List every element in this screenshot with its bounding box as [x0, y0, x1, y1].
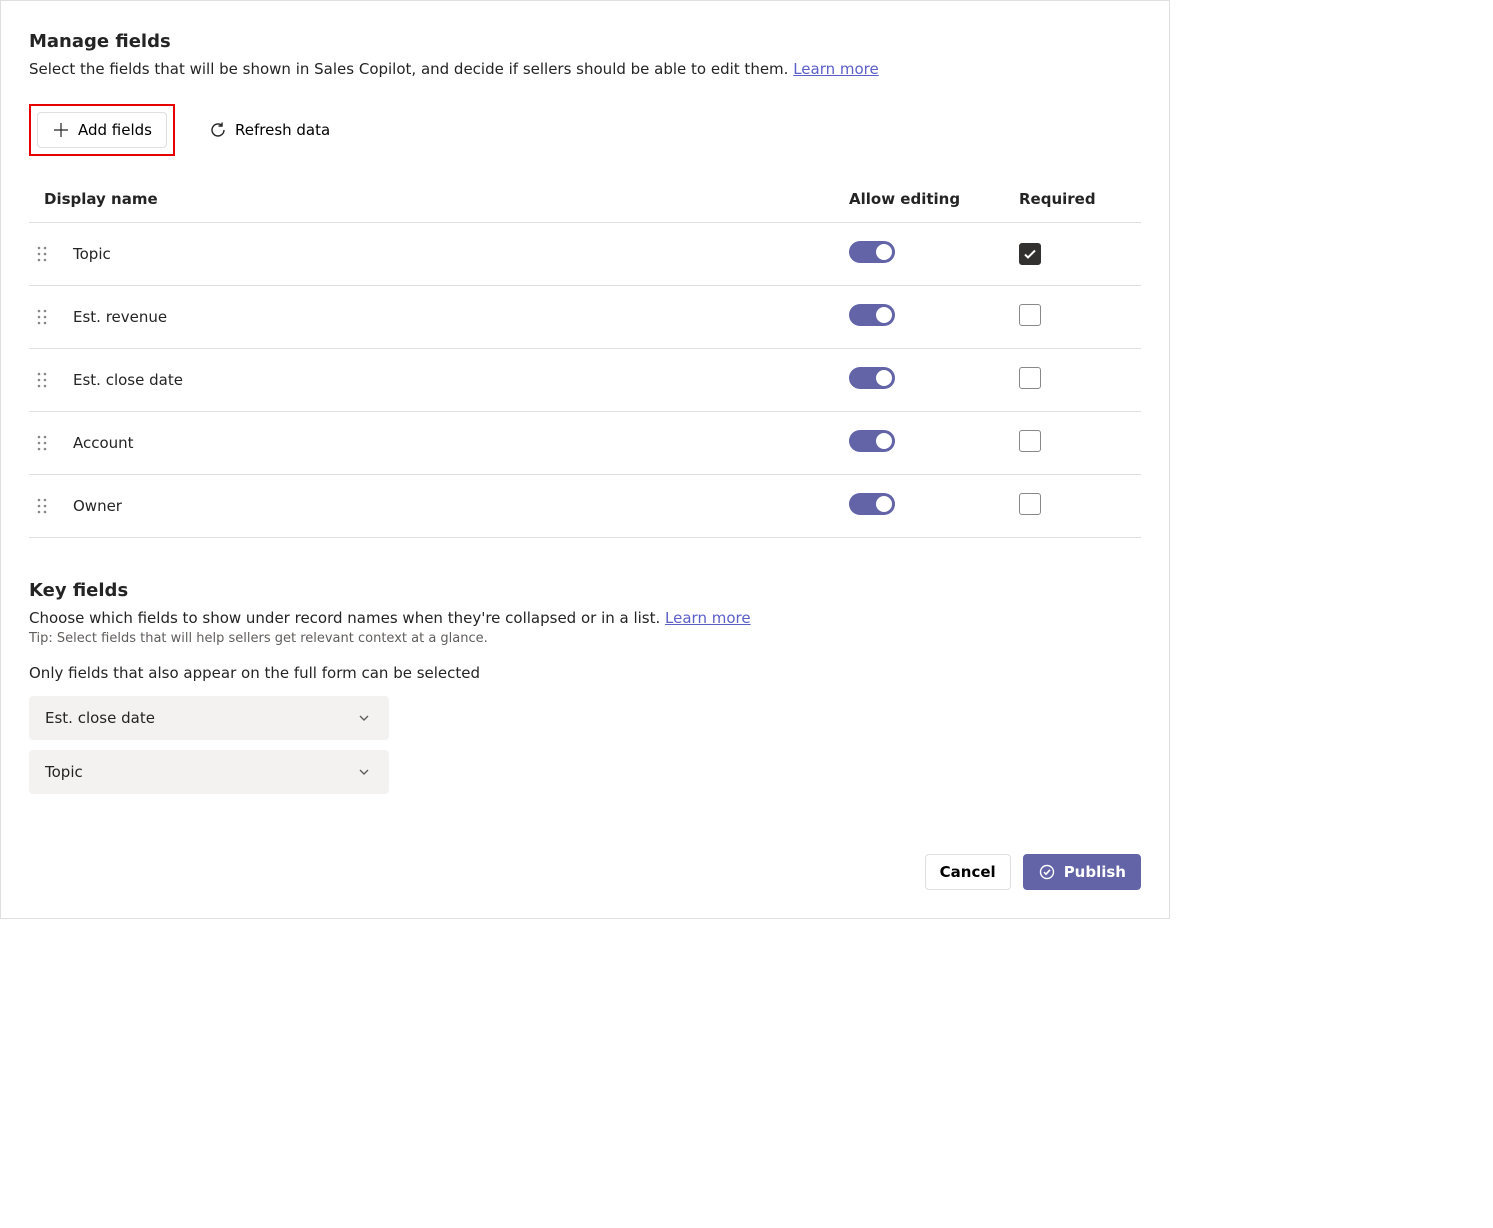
chevron-down-icon: [355, 763, 373, 781]
allow-editing-toggle[interactable]: [849, 367, 895, 389]
add-fields-button[interactable]: Add fields: [37, 112, 167, 148]
publish-label: Publish: [1064, 863, 1126, 881]
table-row: Account: [29, 412, 1141, 475]
manage-learn-more-link[interactable]: Learn more: [793, 60, 879, 78]
drag-handle-icon[interactable]: [29, 475, 65, 538]
key-field-select[interactable]: Est. close date: [29, 696, 389, 740]
add-fields-label: Add fields: [78, 121, 152, 139]
field-name: Topic: [65, 223, 841, 286]
drag-handle-icon[interactable]: [29, 349, 65, 412]
field-name: Account: [65, 412, 841, 475]
allow-editing-toggle[interactable]: [849, 241, 895, 263]
drag-handle-icon[interactable]: [29, 286, 65, 349]
field-name: Est. close date: [65, 349, 841, 412]
manage-fields-subtitle-text: Select the fields that will be shown in …: [29, 60, 793, 78]
refresh-icon: [209, 121, 227, 139]
required-checkbox[interactable]: [1019, 367, 1041, 389]
allow-editing-toggle[interactable]: [849, 493, 895, 515]
cancel-label: Cancel: [940, 863, 996, 881]
field-name: Est. revenue: [65, 286, 841, 349]
key-fields-subtitle: Choose which fields to show under record…: [29, 609, 1141, 627]
table-row: Est. close date: [29, 349, 1141, 412]
add-fields-highlight: Add fields: [29, 104, 175, 156]
key-fields-title: Key fields: [29, 580, 1141, 601]
required-checkbox[interactable]: [1019, 430, 1041, 452]
drag-handle-icon[interactable]: [29, 412, 65, 475]
col-allow-editing: Allow editing: [841, 180, 1011, 223]
col-display-name: Display name: [29, 180, 841, 223]
key-fields-tip: Tip: Select fields that will help seller…: [29, 631, 1141, 646]
check-circle-icon: [1038, 863, 1056, 881]
allow-editing-toggle[interactable]: [849, 304, 895, 326]
fields-table: Display name Allow editing Required Topi…: [29, 180, 1141, 538]
allow-editing-toggle[interactable]: [849, 430, 895, 452]
refresh-data-button[interactable]: Refresh data: [195, 112, 344, 148]
required-checkbox[interactable]: [1019, 493, 1041, 515]
toolbar: Add fields Refresh data: [29, 104, 1141, 156]
field-name: Owner: [65, 475, 841, 538]
cancel-button[interactable]: Cancel: [925, 854, 1011, 890]
manage-fields-title: Manage fields: [29, 31, 1141, 52]
publish-button[interactable]: Publish: [1023, 854, 1141, 890]
key-field-select[interactable]: Topic: [29, 750, 389, 794]
key-field-value: Est. close date: [45, 709, 155, 727]
required-checkbox[interactable]: [1019, 243, 1041, 265]
key-fields-section: Key fields Choose which fields to show u…: [29, 580, 1141, 794]
key-fields-subtitle-text: Choose which fields to show under record…: [29, 609, 665, 627]
key-fields-note: Only fields that also appear on the full…: [29, 664, 1141, 682]
drag-handle-icon[interactable]: [29, 223, 65, 286]
footer: Cancel Publish: [29, 854, 1141, 890]
chevron-down-icon: [355, 709, 373, 727]
required-checkbox[interactable]: [1019, 304, 1041, 326]
refresh-data-label: Refresh data: [235, 121, 330, 139]
key-field-value: Topic: [45, 763, 83, 781]
plus-icon: [52, 121, 70, 139]
manage-fields-panel: Manage fields Select the fields that wil…: [0, 0, 1170, 919]
key-fields-learn-more-link[interactable]: Learn more: [665, 609, 751, 627]
table-row: Owner: [29, 475, 1141, 538]
manage-fields-subtitle: Select the fields that will be shown in …: [29, 60, 1141, 78]
table-row: Topic: [29, 223, 1141, 286]
col-required: Required: [1011, 180, 1141, 223]
table-row: Est. revenue: [29, 286, 1141, 349]
